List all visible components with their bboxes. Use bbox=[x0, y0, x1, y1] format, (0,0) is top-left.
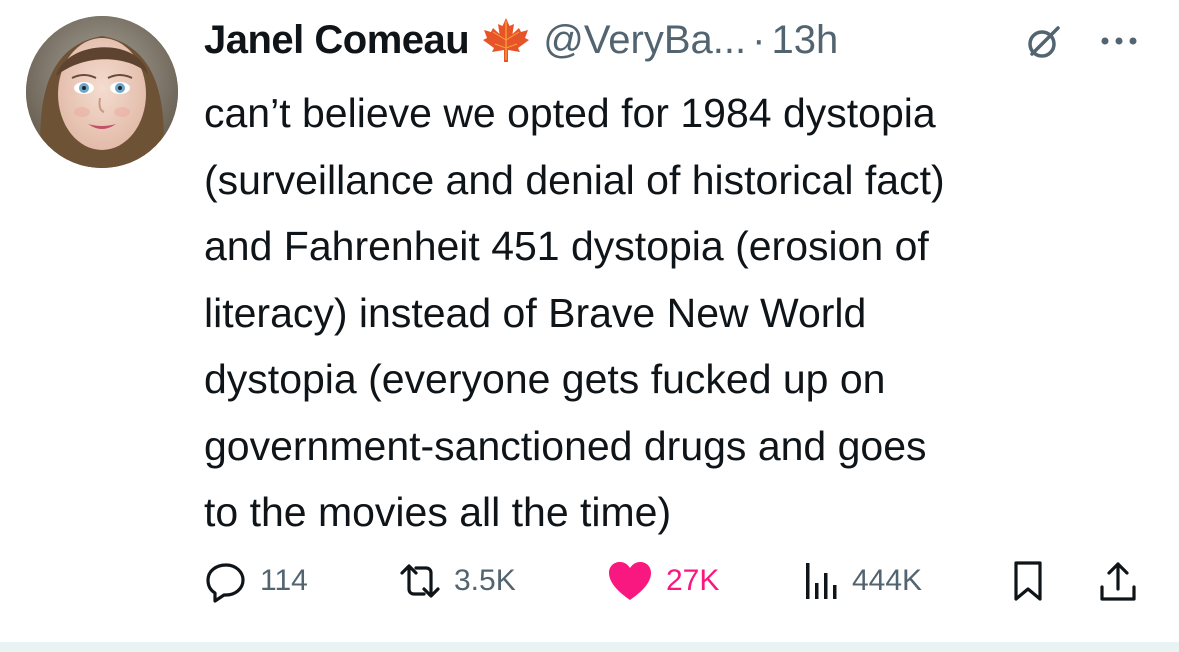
tweet-timestamp[interactable]: 13h bbox=[771, 18, 838, 63]
retweet-count: 3.5K bbox=[454, 564, 516, 597]
reply-button[interactable]: 114 bbox=[204, 556, 308, 606]
author-handle[interactable]: @VeryBa... bbox=[543, 18, 746, 63]
tweet-card[interactable]: Janel Comeau @VeryBa... · 13h can’t beli… bbox=[0, 0, 1179, 652]
tweet-text-line: can’t believe we opted for 1984 dystopia bbox=[204, 90, 936, 136]
bookmark-icon bbox=[1014, 561, 1042, 601]
retweet-button[interactable]: 3.5K bbox=[398, 556, 516, 606]
maple-leaf-icon bbox=[481, 15, 531, 65]
views-button[interactable]: 444K bbox=[800, 556, 922, 606]
tweet-text-line: (surveillance and denial of historical f… bbox=[204, 156, 945, 203]
avatar[interactable] bbox=[26, 16, 178, 168]
tweet-text: can’t believe we opted for 1984 dystopia… bbox=[204, 80, 1154, 546]
tweet-header: Janel Comeau @VeryBa... · 13h bbox=[204, 12, 838, 68]
divider bbox=[0, 642, 1179, 652]
action-bar: 114 3.5K 27K 444K bbox=[0, 556, 1179, 606]
reply-icon bbox=[206, 563, 245, 603]
share-button[interactable] bbox=[1096, 556, 1152, 606]
tweet-text-line: literacy) instead of Brave New World bbox=[204, 289, 867, 336]
tweet-text-line: government-sanctioned drugs and goes bbox=[204, 422, 927, 469]
header-separator: · bbox=[752, 17, 766, 62]
views-icon bbox=[806, 563, 837, 599]
heart-icon bbox=[609, 562, 651, 600]
grok-icon[interactable] bbox=[1024, 22, 1064, 62]
like-button[interactable]: 27K bbox=[606, 556, 719, 606]
tweet-text-line: to the movies all the time) bbox=[204, 489, 672, 535]
bookmark-button[interactable] bbox=[1008, 556, 1060, 606]
tweet-text-line: and Fahrenheit 451 dystopia (erosion of bbox=[204, 223, 929, 269]
views-count: 444K bbox=[852, 564, 923, 597]
retweet-icon bbox=[400, 564, 440, 598]
reply-count: 114 bbox=[260, 564, 308, 597]
tweet-text-line: dystopia (everyone gets fucked up on bbox=[204, 356, 886, 402]
display-name[interactable]: Janel Comeau bbox=[204, 18, 470, 63]
share-icon bbox=[1100, 562, 1136, 601]
more-icon[interactable] bbox=[1094, 26, 1144, 56]
avatar-image bbox=[26, 16, 178, 168]
like-count: 27K bbox=[666, 564, 720, 597]
